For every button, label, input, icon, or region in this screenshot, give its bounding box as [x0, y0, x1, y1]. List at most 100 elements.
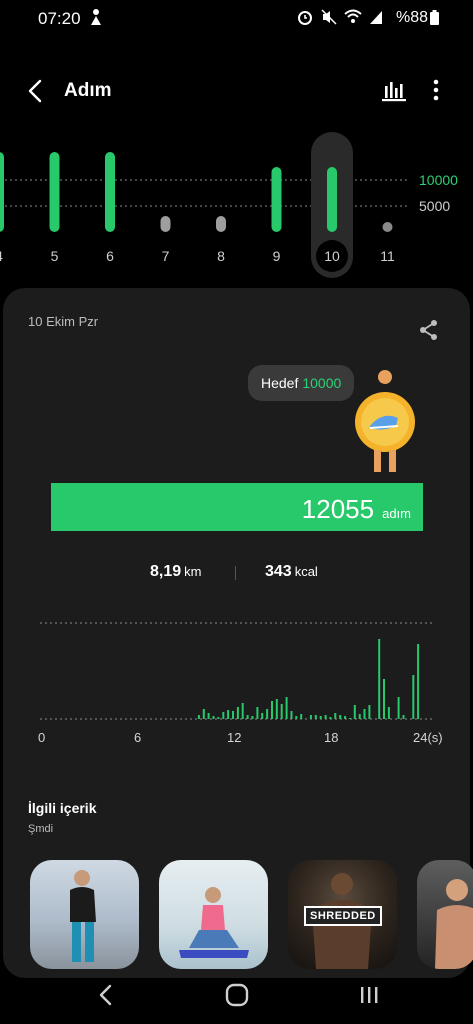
reference-label-5000: 5000	[419, 198, 450, 214]
hourly-bar	[197, 715, 200, 719]
hourly-bar	[217, 717, 220, 719]
hourly-bar	[232, 711, 234, 719]
hourly-bar	[358, 714, 361, 719]
distance-value: 8,19	[150, 563, 182, 580]
reference-label-10000: 10000	[419, 172, 458, 188]
hourly-bar	[246, 715, 249, 719]
hourly-bar	[368, 705, 371, 719]
hourly-bar	[348, 718, 351, 719]
week-day-label-10[interactable]: 10	[324, 248, 340, 264]
week-bar-7[interactable]	[160, 216, 171, 232]
hourly-bar	[222, 712, 225, 719]
nav-recents-button[interactable]	[358, 984, 380, 1006]
date-label: 10 Ekim Pzr	[28, 314, 99, 329]
back-button[interactable]	[22, 76, 50, 106]
related-item-stretching-woman[interactable]	[159, 860, 268, 969]
hourly-bar	[227, 710, 230, 719]
battery-icon	[430, 10, 439, 25]
nav-back-button[interactable]	[94, 982, 118, 1008]
week-bar-11[interactable]	[382, 222, 393, 232]
hourly-bar	[353, 705, 356, 719]
steps-progress-bar: 12055 adım	[51, 483, 423, 531]
steps-unit: adım	[382, 506, 411, 521]
week-bar-9[interactable]	[271, 167, 282, 232]
week-day-label-8[interactable]: 8	[217, 248, 225, 264]
hourly-bars	[197, 639, 420, 719]
related-item-shredded[interactable]: SHREDDED	[288, 860, 397, 969]
hourly-bar	[212, 716, 215, 719]
week-bar-8[interactable]	[216, 216, 226, 232]
signal-icon	[370, 11, 382, 24]
distance-unit: km	[184, 564, 202, 579]
week-day-label-5[interactable]: 5	[51, 248, 59, 264]
stat-separator	[235, 566, 236, 580]
hourly-bar	[319, 716, 322, 719]
hourly-bar	[324, 715, 327, 719]
hourly-bar	[251, 716, 254, 719]
hourly-bar	[256, 707, 259, 719]
hourly-bar	[363, 709, 366, 719]
x-label-12: 12	[227, 730, 241, 745]
more-vertical-icon[interactable]	[426, 76, 446, 104]
x-label-18: 18	[324, 730, 338, 745]
hourly-bar	[339, 715, 342, 719]
hourly-bar	[417, 644, 420, 719]
hourly-bar	[280, 704, 283, 719]
hourly-bar	[275, 699, 278, 719]
hourly-bar	[314, 715, 317, 719]
goal-label: Hedef	[261, 375, 299, 391]
week-day-label-11[interactable]: 11	[380, 248, 395, 264]
related-item-bodybuilder[interactable]	[417, 860, 473, 969]
calories-unit: kcal	[294, 564, 318, 579]
x-label-0: 0	[38, 730, 45, 745]
bodybuilder-2-image	[435, 879, 473, 969]
week-day-label-7[interactable]: 7	[162, 248, 170, 264]
calories-value: 343	[265, 563, 292, 580]
status-icons	[296, 8, 383, 26]
hourly-bar	[207, 713, 210, 719]
person-figure-icon	[91, 9, 101, 25]
related-content-subtitle: Şmdi	[28, 823, 54, 835]
hourly-bar	[271, 701, 273, 719]
stretching-woman-image	[179, 887, 249, 958]
hourly-bar	[295, 716, 298, 719]
alarm-icon	[298, 11, 312, 25]
hourly-bar	[300, 714, 303, 719]
week-bar-5[interactable]	[49, 152, 60, 232]
hourly-bar	[402, 715, 405, 719]
week-day-label-6[interactable]: 6	[106, 248, 114, 264]
page-title: Adım	[64, 80, 112, 101]
hourly-bar	[329, 717, 332, 719]
week-day-label-4[interactable]: 4	[0, 248, 3, 264]
share-icon[interactable]	[418, 319, 440, 341]
x-label-6: 6	[134, 730, 141, 745]
wifi-icon	[344, 9, 362, 23]
hourly-bar	[334, 713, 337, 719]
goal-bubble: Hedef 10000	[248, 365, 355, 401]
running-woman-image	[70, 870, 96, 962]
week-bar-4[interactable]	[0, 152, 4, 232]
week-bar-6[interactable]	[105, 152, 115, 232]
hourly-bar	[397, 697, 400, 719]
goal-value: 10000	[302, 375, 342, 391]
hourly-bar	[412, 675, 415, 719]
steps-value: 12055	[301, 494, 375, 524]
hourly-bar	[309, 715, 312, 719]
shredded-label: SHREDDED	[304, 906, 382, 926]
hourly-bar	[378, 639, 381, 719]
bar-chart-icon[interactable]	[381, 78, 407, 102]
weekly-steps-chart[interactable]: 10000 5000 4 5 6 7 8 9 10 11	[0, 130, 473, 280]
mute-icon	[321, 9, 337, 25]
hourly-bar	[241, 703, 244, 719]
related-item-running-woman[interactable]	[30, 860, 139, 969]
week-bar-10[interactable]	[327, 167, 337, 232]
nav-home-button[interactable]	[224, 982, 250, 1008]
hourly-bar	[236, 707, 239, 719]
calories: 343 kcal	[265, 563, 318, 581]
hourly-bar	[344, 716, 347, 719]
hourly-bar	[202, 709, 205, 719]
hourly-bar	[266, 709, 269, 719]
hourly-steps-chart[interactable]: 0 6 12 18 24(s)	[30, 615, 450, 750]
week-day-label-9[interactable]: 9	[273, 248, 281, 264]
distance: 8,19 km	[150, 563, 201, 581]
